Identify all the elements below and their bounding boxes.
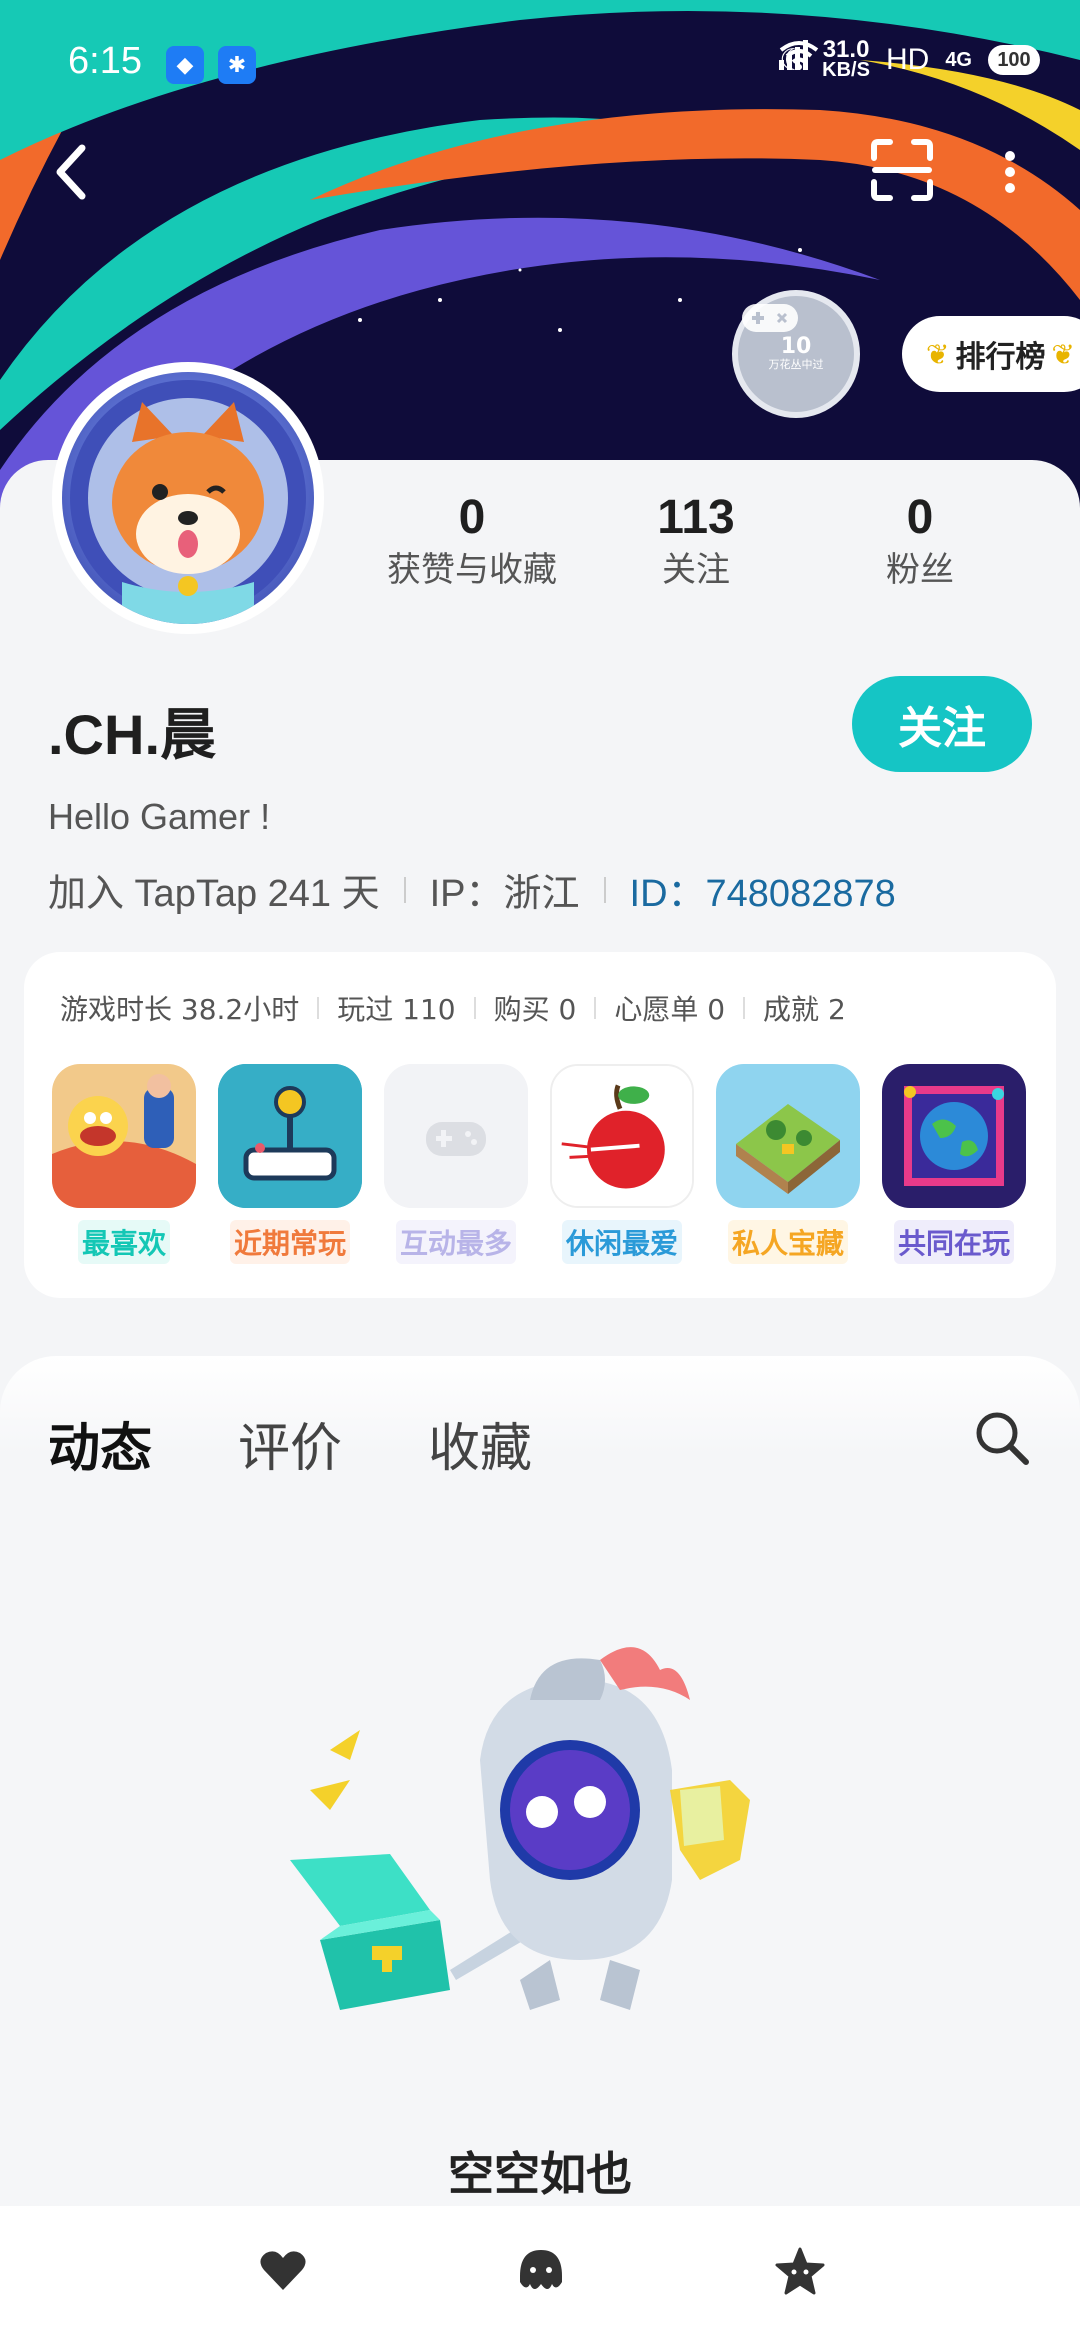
game-category-label: 近期常玩 — [229, 1220, 350, 1264]
tab-collections[interactable]: 收藏 — [428, 1406, 532, 1481]
laurel-right-icon: ❦ — [1051, 337, 1075, 371]
joined-days: 加入 TapTap 241 天 — [48, 873, 380, 915]
game-category-label: 私人宝藏 — [727, 1220, 848, 1264]
gamepad-placeholder-icon — [384, 1064, 528, 1208]
stat-value: 113 — [657, 491, 735, 544]
signal-icon — [779, 40, 809, 70]
game-category-recent[interactable]: 近期常玩 — [218, 1064, 362, 1264]
network-gen: 4G — [945, 48, 972, 71]
empty-state-illustration — [290, 1647, 750, 2010]
user-id[interactable]: ID：748082878 — [630, 862, 896, 917]
stat-followers[interactable]: 0 粉丝 — [810, 490, 1030, 594]
game-category-label: 互动最多 — [395, 1220, 516, 1264]
bottom-action-bar — [0, 2206, 1080, 2340]
android-icon: ◆ — [166, 46, 204, 84]
game-category-interactive[interactable]: 互动最多 — [384, 1064, 528, 1264]
wishlist-count: 心愿单 0 — [614, 993, 726, 1026]
game-category-label: 最喜欢 — [77, 1220, 170, 1264]
divider — [603, 876, 606, 903]
ip-location: IP：浙江 — [429, 873, 580, 915]
scan-icon[interactable] — [870, 138, 934, 202]
game-category-list: 最喜欢 近期常玩 互动最多 休闲最爱 私人宝藏 共同在玩 — [52, 1064, 1026, 1264]
level-badge[interactable]: 10 万花丛中过 — [732, 290, 860, 418]
stat-likes[interactable]: 0 获赞与收藏 — [362, 490, 582, 594]
globe-game-icon — [882, 1064, 1026, 1208]
badge-text: 万花丛中过 — [768, 358, 824, 371]
profile-stats: 0 获赞与收藏 113 关注 0 粉丝 — [0, 490, 1080, 610]
stat-label: 粉丝 — [886, 550, 954, 590]
user-meta: 加入 TapTap 241 天 IP：浙江 ID：748082878 — [48, 862, 896, 917]
divider — [403, 876, 406, 903]
play-time: 游戏时长 38.2小时 — [60, 993, 300, 1026]
back-icon[interactable] — [52, 142, 92, 202]
star-icon[interactable] — [774, 2246, 826, 2298]
status-right: ☾ 31.0 KB/S HD 4G 100 — [779, 36, 1040, 81]
favorite-game-icon — [52, 1064, 196, 1208]
leaderboard-button[interactable]: ❦ 排行榜 ❦ — [902, 316, 1080, 392]
status-bar: 6:15 ◆ ✱ ☾ 31.0 KB/S HD 4G 100 — [0, 0, 1080, 130]
stat-label: 获赞与收藏 — [387, 550, 557, 590]
game-category-common[interactable]: 共同在玩 — [882, 1064, 1026, 1264]
stat-value: 0 — [458, 491, 486, 544]
bluetooth-app-icon: ✱ — [218, 46, 256, 84]
game-category-favorite[interactable]: 最喜欢 — [52, 1064, 196, 1264]
badge-number: 10 — [780, 334, 812, 359]
heart-icon[interactable] — [258, 2246, 308, 2296]
gamepad-badge-icon — [742, 304, 798, 332]
joystick-icon — [218, 1064, 362, 1208]
laurel-left-icon: ❦ — [926, 337, 950, 371]
content-tabs: 动态 评价 收藏 — [48, 1406, 532, 1481]
octopus-icon[interactable] — [514, 2246, 568, 2300]
network-hd: HD — [885, 43, 930, 76]
apple-game-icon — [550, 1064, 694, 1208]
search-icon[interactable] — [972, 1408, 1032, 1468]
user-name: .CH.晨 — [48, 703, 216, 766]
tab-moments[interactable]: 动态 — [48, 1406, 153, 1481]
game-category-label: 共同在玩 — [893, 1220, 1014, 1264]
leaderboard-label: 排行榜 — [955, 340, 1046, 375]
stat-following[interactable]: 113 关注 — [586, 490, 806, 594]
stat-label: 关注 — [662, 550, 730, 590]
battery-icon: 100 — [988, 45, 1040, 75]
played-count: 玩过 110 — [337, 993, 456, 1026]
game-stats-card[interactable]: 游戏时长 38.2小时 玩过 110 购买 0 心愿单 0 成就 2 最喜欢 近… — [24, 952, 1056, 1298]
purchased-count: 购买 0 — [493, 993, 577, 1026]
stat-value: 0 — [906, 491, 934, 544]
game-category-treasure[interactable]: 私人宝藏 — [716, 1064, 860, 1264]
user-bio: Hello Gamer ! — [48, 796, 271, 837]
tab-reviews[interactable]: 评价 — [238, 1406, 342, 1481]
island-game-icon — [716, 1064, 860, 1208]
status-time: 6:15 — [68, 40, 142, 82]
game-category-casual[interactable]: 休闲最爱 — [550, 1064, 694, 1264]
more-icon[interactable] — [998, 142, 1022, 202]
achievement-count: 成就 2 — [763, 993, 846, 1026]
follow-button[interactable]: 关注 — [852, 676, 1032, 772]
empty-state-text: 空空如也 — [448, 2147, 632, 2201]
game-stats-row: 游戏时长 38.2小时 玩过 110 购买 0 心愿单 0 成就 2 — [60, 988, 846, 1028]
game-category-label: 休闲最爱 — [561, 1220, 682, 1264]
network-speed: 31.0 KB/S — [822, 36, 870, 81]
